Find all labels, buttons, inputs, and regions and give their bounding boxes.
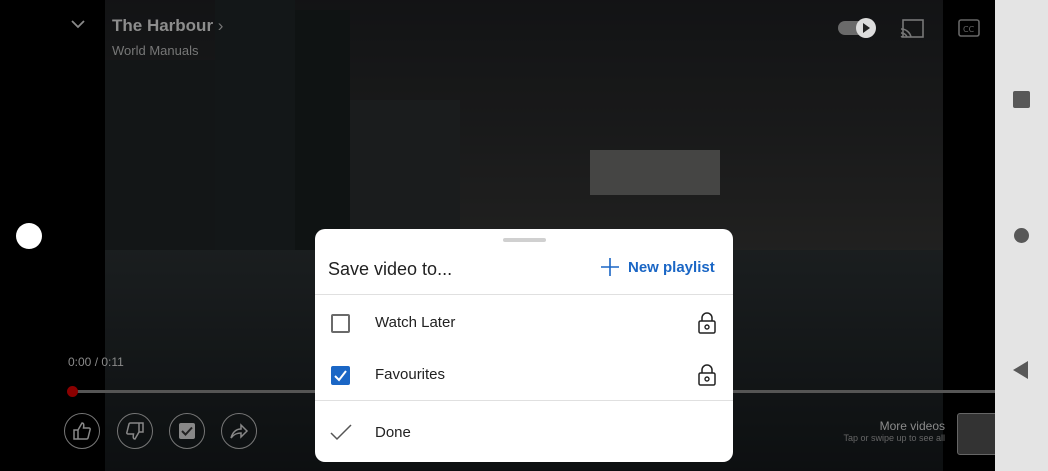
playlist-label: Watch Later [375,314,456,331]
share-arrow-icon [230,423,249,439]
divider [315,294,733,295]
share-button[interactable] [221,413,257,449]
video-title[interactable]: The Harbour › [112,16,223,36]
recents-square-icon[interactable] [1013,91,1030,108]
camera-dot [16,223,42,249]
checkbox[interactable] [331,314,350,333]
checkmark-icon [334,370,347,382]
lock-icon [698,364,716,386]
lock-icon [698,312,716,334]
channel-name[interactable]: World Manuals [112,43,198,58]
chevron-right-icon: › [217,16,224,35]
collapse-chevron-icon[interactable] [70,14,86,35]
new-playlist-label: New playlist [628,258,715,276]
sheet-title: Save video to... [328,259,453,279]
progress-scrubber[interactable] [67,386,78,397]
plus-icon [601,258,619,276]
like-button[interactable] [64,413,100,449]
save-button[interactable] [169,413,205,449]
cast-icon[interactable] [900,19,924,44]
video-title-text: The Harbour [112,16,214,35]
captions-icon[interactable]: CC [958,19,980,42]
sheet-drag-handle[interactable] [503,238,546,242]
playlist-row-favourites[interactable]: Favourites [315,348,733,400]
dislike-button[interactable] [117,413,153,449]
checkbox-checked[interactable] [331,366,350,385]
home-circle-icon[interactable] [1014,228,1029,243]
thumbs-up-icon [73,422,91,440]
svg-text:CC: CC [963,25,975,34]
save-to-playlist-sheet: Save video to... New playlist Watch Late… [315,229,733,462]
playback-time: 0:00 / 0:11 [68,355,124,369]
playlist-add-check-icon [179,423,195,439]
thumbs-down-icon [126,422,144,440]
playlist-row-watch-later[interactable]: Watch Later [315,296,733,348]
more-videos-hint: Tap or swipe up to see all [843,433,945,443]
more-videos-label: More videos [879,419,945,433]
autoplay-toggle-icon[interactable] [838,17,880,44]
more-videos[interactable]: More videos Tap or swipe up to see all [843,419,945,443]
done-button[interactable]: Done [315,406,733,458]
new-playlist-button[interactable]: New playlist [600,257,715,277]
back-triangle-icon[interactable] [1013,361,1028,379]
done-label: Done [375,424,411,441]
playlist-label: Favourites [375,366,446,383]
check-icon [330,424,352,441]
divider [315,400,733,401]
